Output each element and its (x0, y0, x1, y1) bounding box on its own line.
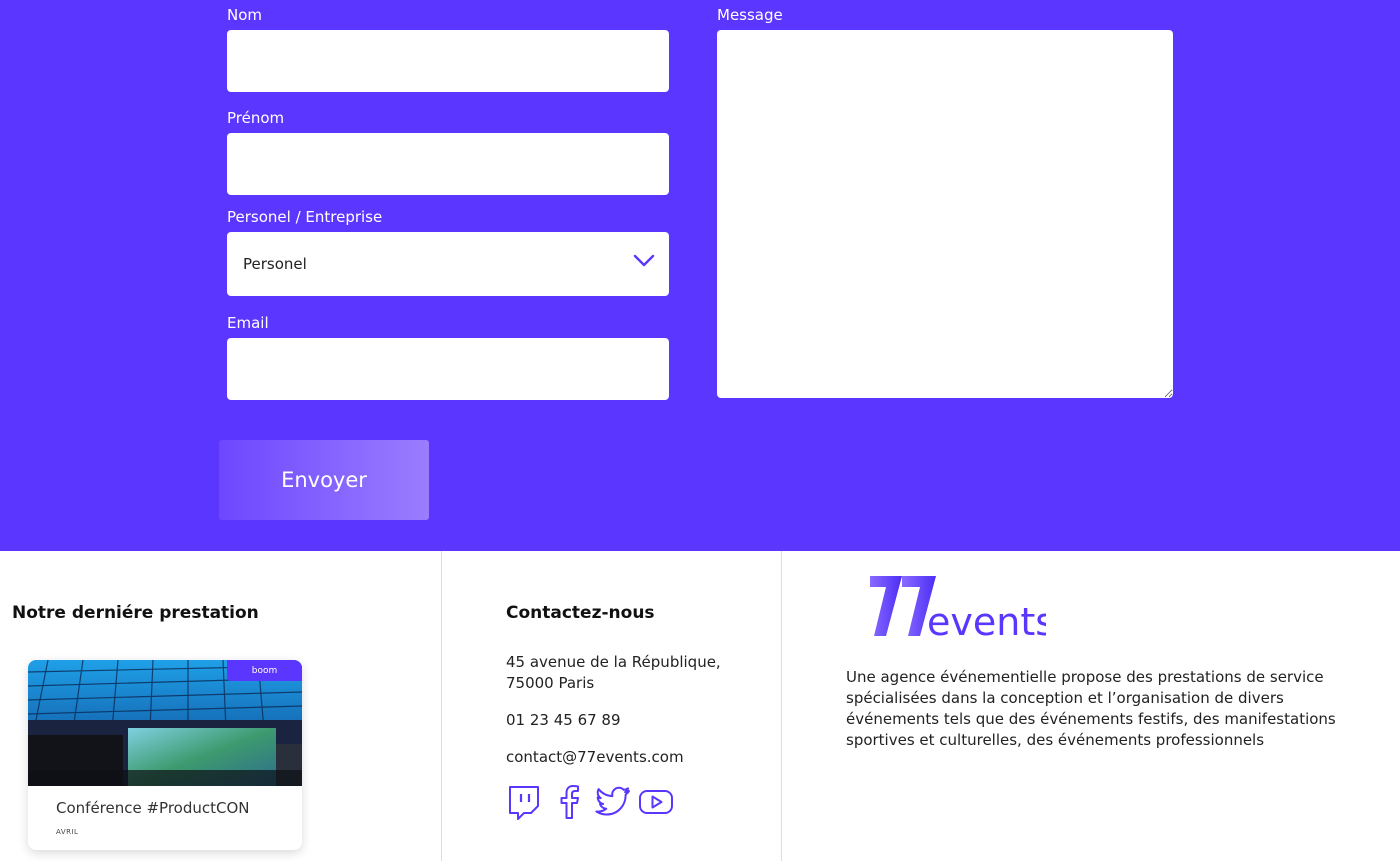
contact-title: Contactez-nous (506, 603, 655, 623)
event-card-title: Conférence #ProductCON (56, 799, 250, 817)
message-label: Message (717, 6, 783, 24)
email-input[interactable] (227, 338, 669, 400)
type-label: Personel / Entreprise (227, 208, 383, 226)
contact-form-section: Nom Prénom Personel / Entreprise Persone… (0, 0, 1400, 551)
svg-text:events: events (927, 600, 1046, 641)
footer-divider (781, 551, 782, 861)
prenom-input[interactable] (227, 133, 669, 195)
chevron-down-icon (633, 254, 655, 267)
send-button[interactable]: Envoyer (219, 440, 429, 520)
footer: Notre derniére prestation boom Conférenc… (0, 551, 1400, 861)
about-description: Une agence événementielle propose des pr… (846, 668, 1336, 749)
message-textarea[interactable] (717, 30, 1173, 398)
twitter-icon[interactable] (595, 784, 631, 820)
phone-number[interactable]: 01 23 45 67 89 (506, 710, 621, 731)
email-link[interactable]: contact@77events.com (506, 747, 684, 768)
facebook-icon[interactable] (551, 784, 587, 820)
address-line2: 75000 Paris (506, 674, 595, 692)
event-card-date: AVRIL (56, 828, 79, 836)
nom-label: Nom (227, 6, 263, 24)
last-event-title: Notre derniére prestation (12, 603, 259, 623)
prenom-label: Prénom (227, 109, 285, 127)
nom-input[interactable] (227, 30, 669, 92)
77events-logo[interactable]: events (866, 573, 1046, 641)
event-card[interactable]: boom Conférence #ProductCON AVRIL (28, 660, 302, 850)
type-select-value: Personel (243, 255, 307, 273)
type-select[interactable]: Personel (227, 232, 669, 296)
address-line1: 45 avenue de la République, (506, 653, 721, 671)
twitch-icon[interactable] (506, 784, 542, 820)
footer-divider (441, 551, 442, 861)
event-badge: boom (227, 660, 302, 681)
email-label: Email (227, 314, 269, 332)
youtube-icon[interactable] (638, 784, 674, 820)
